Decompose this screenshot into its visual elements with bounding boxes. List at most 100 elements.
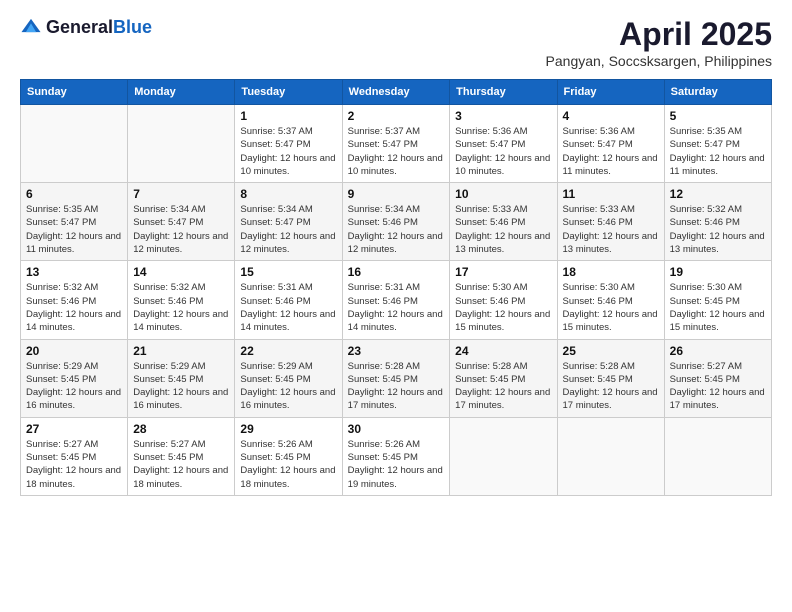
calendar-cell [128, 105, 235, 183]
day-number: 15 [240, 265, 336, 279]
day-detail: Sunrise: 5:32 AMSunset: 5:46 PMDaylight:… [133, 281, 229, 334]
calendar-cell [664, 417, 771, 495]
day-detail: Sunrise: 5:32 AMSunset: 5:46 PMDaylight:… [670, 203, 766, 256]
calendar-cell: 30Sunrise: 5:26 AMSunset: 5:45 PMDayligh… [342, 417, 450, 495]
day-detail: Sunrise: 5:27 AMSunset: 5:45 PMDaylight:… [670, 360, 766, 413]
location-title: Pangyan, Soccsksargen, Philippines [546, 53, 772, 69]
day-number: 29 [240, 422, 336, 436]
calendar-cell: 17Sunrise: 5:30 AMSunset: 5:46 PMDayligh… [450, 261, 557, 339]
day-detail: Sunrise: 5:36 AMSunset: 5:47 PMDaylight:… [455, 125, 551, 178]
calendar-cell: 10 Sunrise: 5:33 AMSunset: 5:46 PMDayligh… [450, 183, 557, 261]
calendar-cell [450, 417, 557, 495]
calendar-week-4: 20 Sunrise: 5:29 AMSunset: 5:45 PMDayligh… [21, 339, 772, 417]
calendar-cell: 3 Sunrise: 5:36 AMSunset: 5:47 PMDaylight… [450, 105, 557, 183]
day-number: 1 [240, 109, 336, 123]
day-number: 23 [348, 344, 445, 358]
logo-icon [20, 16, 42, 38]
day-number: 3 [455, 109, 551, 123]
calendar-week-3: 13 Sunrise: 5:32 AMSunset: 5:46 PMDayligh… [21, 261, 772, 339]
calendar-cell [21, 105, 128, 183]
day-detail: Sunrise: 5:36 AMSunset: 5:47 PMDaylight:… [563, 125, 659, 178]
day-number: 18 [563, 265, 659, 279]
day-detail: Sunrise: 5:27 AMSunset: 5:45 PMDaylight:… [26, 438, 122, 491]
day-detail: Sunrise: 5:26 AMSunset: 5:45 PMDaylight:… [240, 438, 336, 491]
day-number: 20 [26, 344, 122, 358]
column-header-saturday: Saturday [664, 80, 771, 105]
day-number: 11 [563, 187, 659, 201]
day-detail: Sunrise: 5:29 AMSunset: 5:45 PMDaylight:… [133, 360, 229, 413]
day-number: 2 [348, 109, 445, 123]
day-number: 28 [133, 422, 229, 436]
calendar-cell: 26 Sunrise: 5:27 AMSunset: 5:45 PMDayligh… [664, 339, 771, 417]
column-header-thursday: Thursday [450, 80, 557, 105]
day-detail: Sunrise: 5:37 AMSunset: 5:47 PMDaylight:… [348, 125, 445, 178]
logo-general: General [46, 17, 113, 37]
day-number: 6 [26, 187, 122, 201]
calendar-cell: 21 Sunrise: 5:29 AMSunset: 5:45 PMDayligh… [128, 339, 235, 417]
day-number: 4 [563, 109, 659, 123]
day-detail: Sunrise: 5:30 AMSunset: 5:45 PMDaylight:… [670, 281, 766, 334]
day-number: 19 [670, 265, 766, 279]
day-number: 16 [348, 265, 445, 279]
calendar-cell: 14Sunrise: 5:32 AMSunset: 5:46 PMDayligh… [128, 261, 235, 339]
calendar-cell: 12Sunrise: 5:32 AMSunset: 5:46 PMDayligh… [664, 183, 771, 261]
day-detail: Sunrise: 5:27 AMSunset: 5:45 PMDaylight:… [133, 438, 229, 491]
page-header: GeneralBlue April 2025 Pangyan, Soccsksa… [20, 16, 772, 69]
day-number: 30 [348, 422, 445, 436]
column-header-sunday: Sunday [21, 80, 128, 105]
column-header-tuesday: Tuesday [235, 80, 342, 105]
calendar-cell: 8 Sunrise: 5:34 AMSunset: 5:47 PMDaylight… [235, 183, 342, 261]
day-detail: Sunrise: 5:35 AMSunset: 5:47 PMDaylight:… [26, 203, 122, 256]
column-header-wednesday: Wednesday [342, 80, 450, 105]
calendar-cell: 29 Sunrise: 5:26 AMSunset: 5:45 PMDayligh… [235, 417, 342, 495]
calendar-cell: 1 Sunrise: 5:37 AMSunset: 5:47 PMDaylight… [235, 105, 342, 183]
day-detail: Sunrise: 5:34 AMSunset: 5:47 PMDaylight:… [133, 203, 229, 256]
calendar-week-1: 1 Sunrise: 5:37 AMSunset: 5:47 PMDaylight… [21, 105, 772, 183]
calendar-cell: 11 Sunrise: 5:33 AMSunset: 5:46 PMDayligh… [557, 183, 664, 261]
day-detail: Sunrise: 5:28 AMSunset: 5:45 PMDaylight:… [348, 360, 445, 413]
day-number: 24 [455, 344, 551, 358]
day-detail: Sunrise: 5:32 AMSunset: 5:46 PMDaylight:… [26, 281, 122, 334]
calendar-cell: 25 Sunrise: 5:28 AMSunset: 5:45 PMDayligh… [557, 339, 664, 417]
calendar-cell: 13 Sunrise: 5:32 AMSunset: 5:46 PMDayligh… [21, 261, 128, 339]
day-number: 25 [563, 344, 659, 358]
day-detail: Sunrise: 5:37 AMSunset: 5:47 PMDaylight:… [240, 125, 336, 178]
day-number: 8 [240, 187, 336, 201]
calendar-cell: 7Sunrise: 5:34 AMSunset: 5:47 PMDaylight… [128, 183, 235, 261]
day-number: 5 [670, 109, 766, 123]
day-detail: Sunrise: 5:33 AMSunset: 5:46 PMDaylight:… [563, 203, 659, 256]
day-detail: Sunrise: 5:33 AMSunset: 5:46 PMDaylight:… [455, 203, 551, 256]
column-header-monday: Monday [128, 80, 235, 105]
day-detail: Sunrise: 5:29 AMSunset: 5:45 PMDaylight:… [26, 360, 122, 413]
calendar-week-5: 27 Sunrise: 5:27 AMSunset: 5:45 PMDayligh… [21, 417, 772, 495]
logo: GeneralBlue [20, 16, 152, 38]
column-header-friday: Friday [557, 80, 664, 105]
day-detail: Sunrise: 5:34 AMSunset: 5:46 PMDaylight:… [348, 203, 445, 256]
calendar-cell: 16 Sunrise: 5:31 AMSunset: 5:46 PMDayligh… [342, 261, 450, 339]
calendar-cell: 15 Sunrise: 5:31 AMSunset: 5:46 PMDayligh… [235, 261, 342, 339]
calendar-cell: 24Sunrise: 5:28 AMSunset: 5:45 PMDayligh… [450, 339, 557, 417]
calendar-cell: 2 Sunrise: 5:37 AMSunset: 5:47 PMDaylight… [342, 105, 450, 183]
calendar-cell: 27 Sunrise: 5:27 AMSunset: 5:45 PMDayligh… [21, 417, 128, 495]
calendar-cell: 5 Sunrise: 5:35 AMSunset: 5:47 PMDaylight… [664, 105, 771, 183]
day-number: 27 [26, 422, 122, 436]
day-detail: Sunrise: 5:34 AMSunset: 5:47 PMDaylight:… [240, 203, 336, 256]
calendar-cell: 22Sunrise: 5:29 AMSunset: 5:45 PMDayligh… [235, 339, 342, 417]
day-number: 22 [240, 344, 336, 358]
day-number: 26 [670, 344, 766, 358]
calendar-cell: 18Sunrise: 5:30 AMSunset: 5:46 PMDayligh… [557, 261, 664, 339]
day-number: 21 [133, 344, 229, 358]
day-detail: Sunrise: 5:31 AMSunset: 5:46 PMDaylight:… [348, 281, 445, 334]
calendar-week-2: 6 Sunrise: 5:35 AMSunset: 5:47 PMDaylight… [21, 183, 772, 261]
day-detail: Sunrise: 5:35 AMSunset: 5:47 PMDaylight:… [670, 125, 766, 178]
day-detail: Sunrise: 5:31 AMSunset: 5:46 PMDaylight:… [240, 281, 336, 334]
day-number: 13 [26, 265, 122, 279]
day-number: 9 [348, 187, 445, 201]
day-detail: Sunrise: 5:28 AMSunset: 5:45 PMDaylight:… [563, 360, 659, 413]
day-number: 10 [455, 187, 551, 201]
calendar-cell: 23 Sunrise: 5:28 AMSunset: 5:45 PMDayligh… [342, 339, 450, 417]
logo-text: GeneralBlue [46, 17, 152, 38]
month-title: April 2025 [546, 16, 772, 53]
calendar-cell: 28 Sunrise: 5:27 AMSunset: 5:45 PMDayligh… [128, 417, 235, 495]
calendar-cell: 20 Sunrise: 5:29 AMSunset: 5:45 PMDayligh… [21, 339, 128, 417]
